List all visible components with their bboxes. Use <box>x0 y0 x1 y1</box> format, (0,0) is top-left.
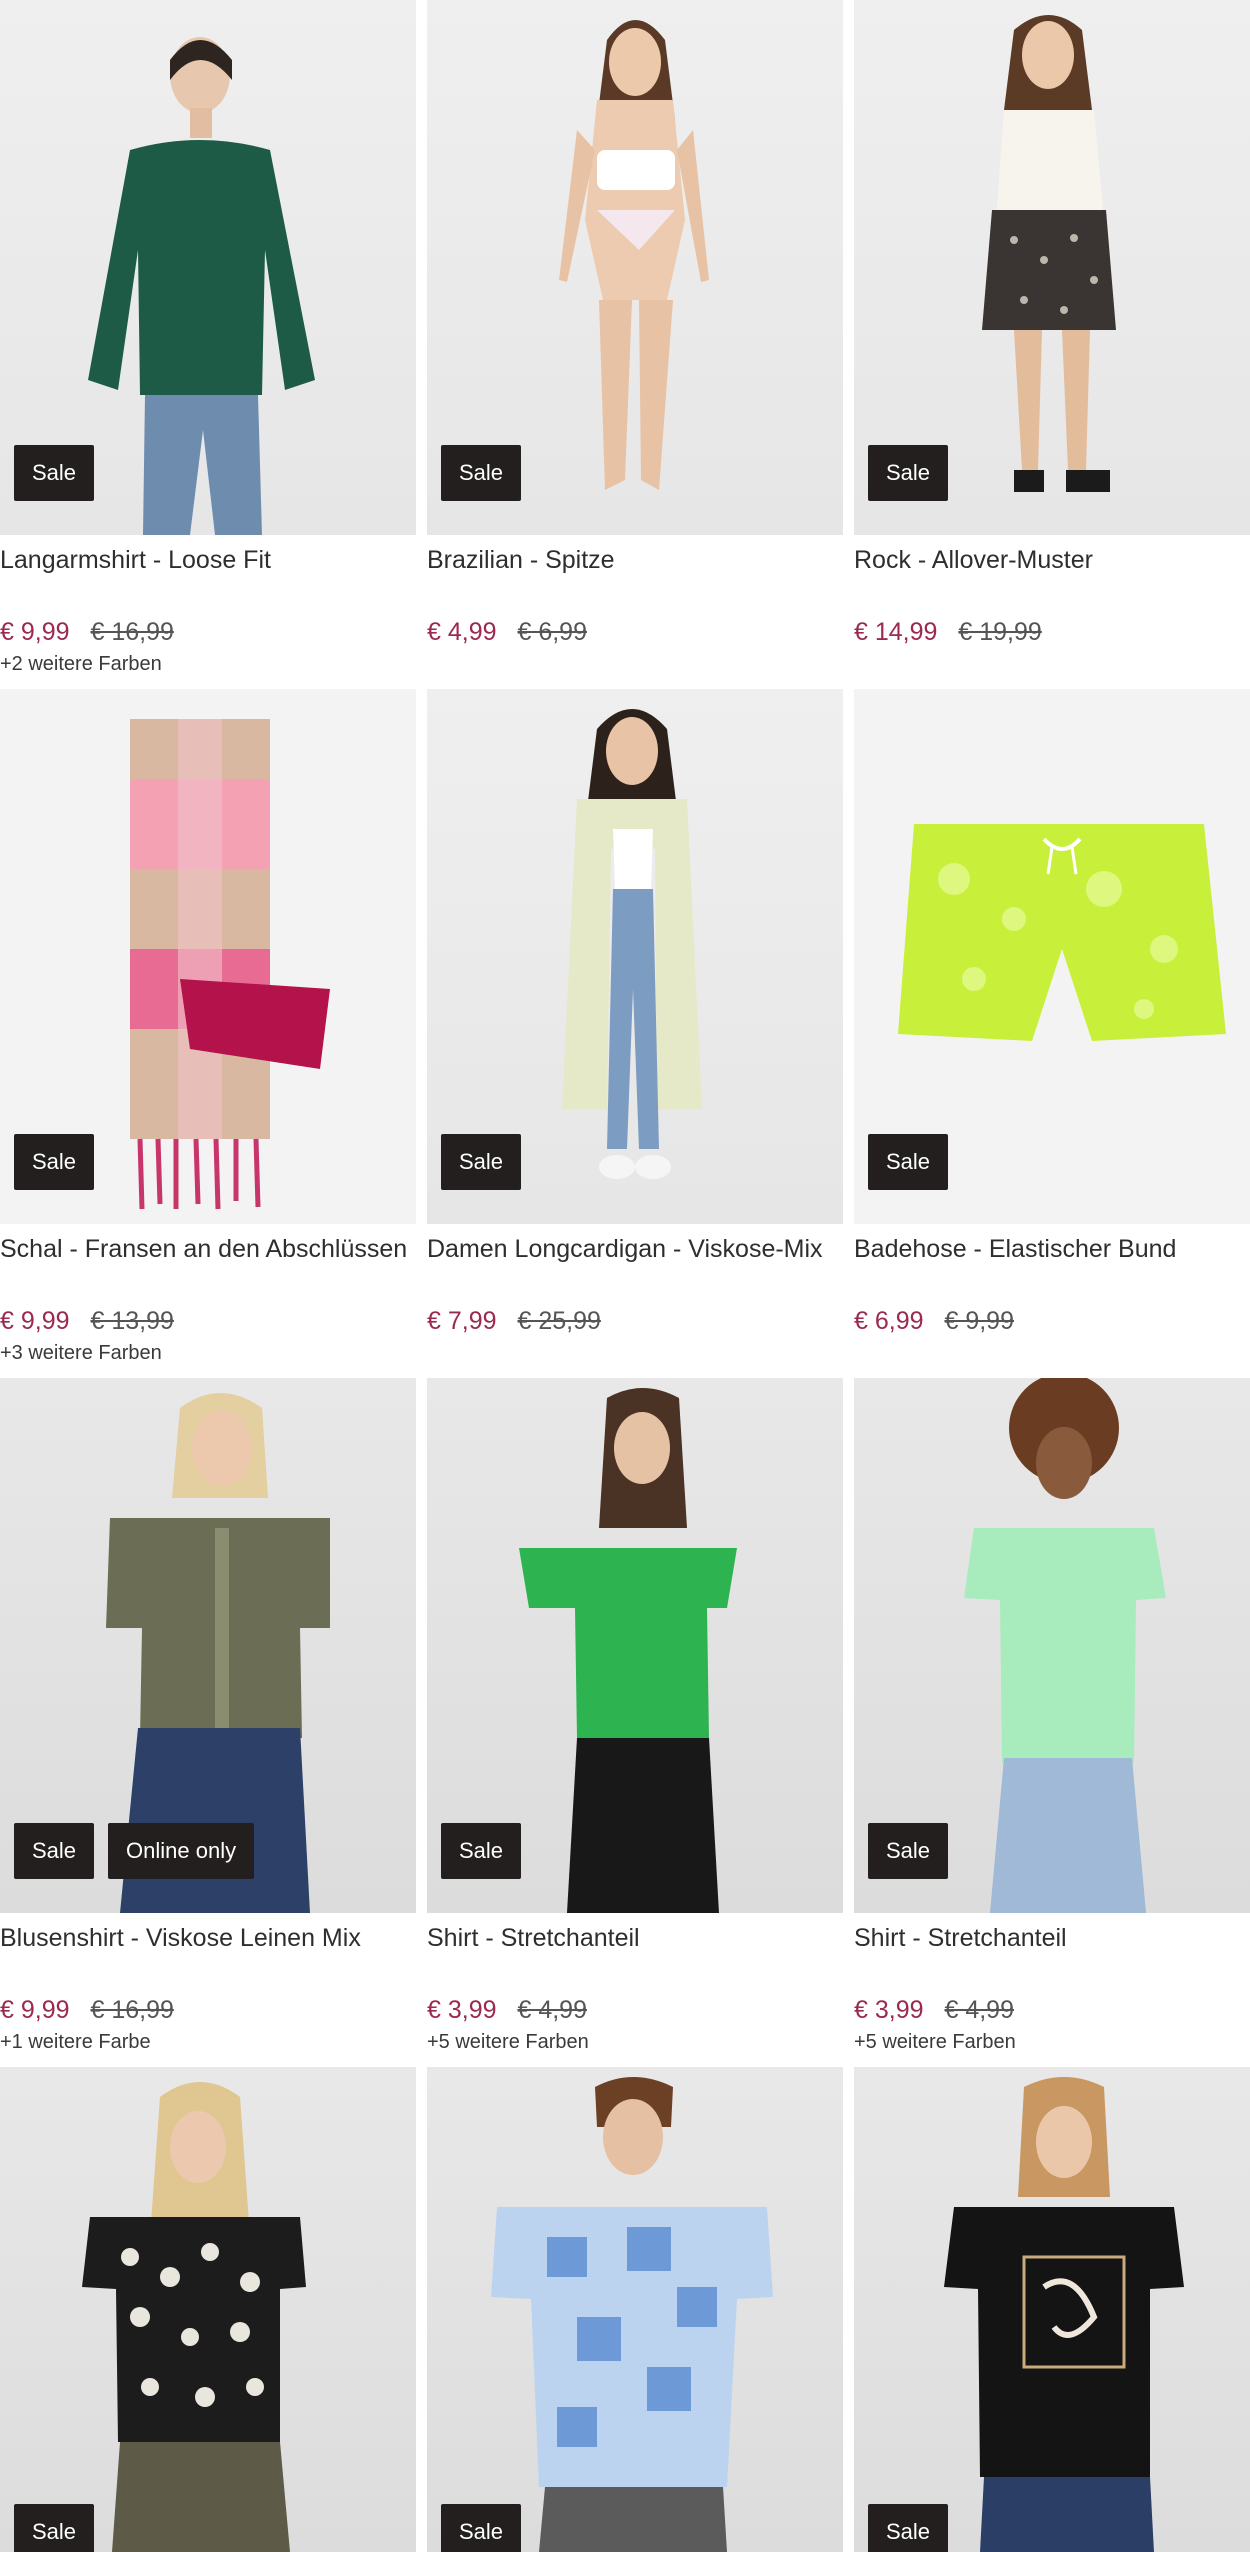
product-title[interactable]: Blusenshirt - Viskose Leinen Mix <box>0 1921 416 1991</box>
online-only-badge: Online only <box>108 1823 255 1879</box>
more-colors-link[interactable]: +2 weitere Farben <box>0 653 416 676</box>
product-image[interactable]: Sale <box>427 1378 843 1913</box>
original-price: € 9,99 <box>944 1307 1014 1335</box>
sale-price: € 3,99 <box>427 1996 497 2024</box>
price-row: € 7,99 € 25,99 <box>427 1304 843 1338</box>
sale-price: € 7,99 <box>427 1307 497 1335</box>
product-image[interactable]: Sale <box>0 2067 416 2552</box>
product-title[interactable]: Shirt - Stretchanteil <box>427 1921 843 1991</box>
product-title[interactable]: Damen Longcardigan - Viskose-Mix <box>427 1232 843 1302</box>
original-price: € 16,99 <box>90 1996 174 2024</box>
product-image[interactable]: Sale <box>427 689 843 1224</box>
product-card[interactable]: Sale Langarmshirt - Loose Fit € 9,99 € 1… <box>0 0 416 689</box>
product-title[interactable]: Langarmshirt - Loose Fit <box>0 543 416 613</box>
sale-badge: Sale <box>441 2504 522 2552</box>
original-price: € 13,99 <box>90 1307 174 1335</box>
original-price: € 25,99 <box>517 1307 601 1335</box>
price-row: € 14,99 € 19,99 <box>854 615 1250 649</box>
more-colors-link[interactable]: +3 weitere Farben <box>0 1342 416 1365</box>
price-row: € 9,99 € 13,99 <box>0 1304 416 1338</box>
product-image[interactable]: Sale <box>427 0 843 535</box>
sale-price: € 6,99 <box>854 1307 924 1335</box>
sale-badge: Sale <box>14 445 95 501</box>
black-print-tshirt-model-image <box>944 2077 1184 2552</box>
product-image[interactable]: Sale <box>854 0 1250 535</box>
product-card[interactable]: Sale Badehose - Elastischer Bund € 6,99 … <box>854 689 1250 1378</box>
product-card[interactable]: Sale <box>854 2067 1250 2552</box>
sale-badge: Sale <box>441 445 522 501</box>
price-row: € 6,99 € 9,99 <box>854 1304 1250 1338</box>
original-price: € 4,99 <box>944 1996 1014 2024</box>
price-row: € 3,99 € 4,99 <box>854 1993 1250 2027</box>
sale-badge: Sale <box>868 2504 949 2552</box>
product-title[interactable]: Rock - Allover-Muster <box>854 543 1250 613</box>
sale-price: € 4,99 <box>427 618 497 646</box>
product-grid: Sale Langarmshirt - Loose Fit € 9,99 € 1… <box>0 0 1250 2552</box>
more-colors-link[interactable]: +5 weitere Farben <box>427 2031 843 2054</box>
product-title[interactable]: Badehose - Elastischer Bund <box>854 1232 1250 1302</box>
sale-price: € 3,99 <box>854 1996 924 2024</box>
product-title[interactable]: Shirt - Stretchanteil <box>854 1921 1250 1991</box>
sale-badge: Sale <box>868 1823 949 1879</box>
sale-badge: Sale <box>14 2504 95 2552</box>
product-card[interactable]: Sale Shirt - Stretchanteil € 3,99 € 4,99… <box>427 1378 843 2067</box>
original-price: € 6,99 <box>517 618 587 646</box>
sale-badge: Sale <box>14 1134 95 1190</box>
product-image[interactable]: Sale <box>0 689 416 1224</box>
sale-badge: Sale <box>441 1134 522 1190</box>
product-image[interactable]: Sale <box>854 689 1250 1224</box>
product-card[interactable]: Sale Online only Blusenshirt - Viskose L… <box>0 1378 416 2067</box>
sale-badge: Sale <box>868 1134 949 1190</box>
sale-badge: Sale <box>14 1823 95 1879</box>
sale-price: € 14,99 <box>854 618 938 646</box>
product-card[interactable]: Sale <box>427 2067 843 2552</box>
more-colors-link[interactable]: +5 weitere Farben <box>854 2031 1250 2054</box>
product-title[interactable]: Brazilian - Spitze <box>427 543 843 613</box>
blue-patchwork-tshirt-model-image <box>491 2077 773 2552</box>
product-card[interactable]: Sale <box>0 2067 416 2552</box>
product-image[interactable]: Sale <box>427 2067 843 2552</box>
product-image[interactable]: Sale <box>854 1378 1250 1913</box>
product-title[interactable]: Schal - Fransen an den Abschlüssen <box>0 1232 416 1302</box>
product-image[interactable]: Sale Online only <box>0 1378 416 1913</box>
product-card[interactable]: Sale Rock - Allover-Muster € 14,99 € 19,… <box>854 0 1250 689</box>
product-image[interactable]: Sale <box>854 2067 1250 2552</box>
product-card[interactable]: Sale Shirt - Stretchanteil € 3,99 € 4,99… <box>854 1378 1250 2067</box>
product-card[interactable]: Sale Brazilian - Spitze € 4,99 € 6,99 <box>427 0 843 689</box>
sale-price: € 9,99 <box>0 1307 70 1335</box>
price-row: € 9,99 € 16,99 <box>0 1993 416 2027</box>
product-card[interactable]: Sale Damen Longcardigan - Viskose-Mix € … <box>427 689 843 1378</box>
sale-price: € 9,99 <box>0 618 70 646</box>
price-row: € 9,99 € 16,99 <box>0 615 416 649</box>
leopard-tshirt-model-image <box>82 2082 306 2552</box>
sale-badge: Sale <box>868 445 949 501</box>
price-row: € 4,99 € 6,99 <box>427 615 843 649</box>
product-card[interactable]: Sale Schal - Fransen an den Abschlüssen … <box>0 689 416 1378</box>
sale-price: € 9,99 <box>0 1996 70 2024</box>
price-row: € 3,99 € 4,99 <box>427 1993 843 2027</box>
product-image[interactable]: Sale <box>0 0 416 535</box>
original-price: € 16,99 <box>90 618 174 646</box>
original-price: € 4,99 <box>517 1996 587 2024</box>
more-colors-link[interactable]: +1 weitere Farbe <box>0 2031 416 2054</box>
original-price: € 19,99 <box>958 618 1042 646</box>
sale-badge: Sale <box>441 1823 522 1879</box>
